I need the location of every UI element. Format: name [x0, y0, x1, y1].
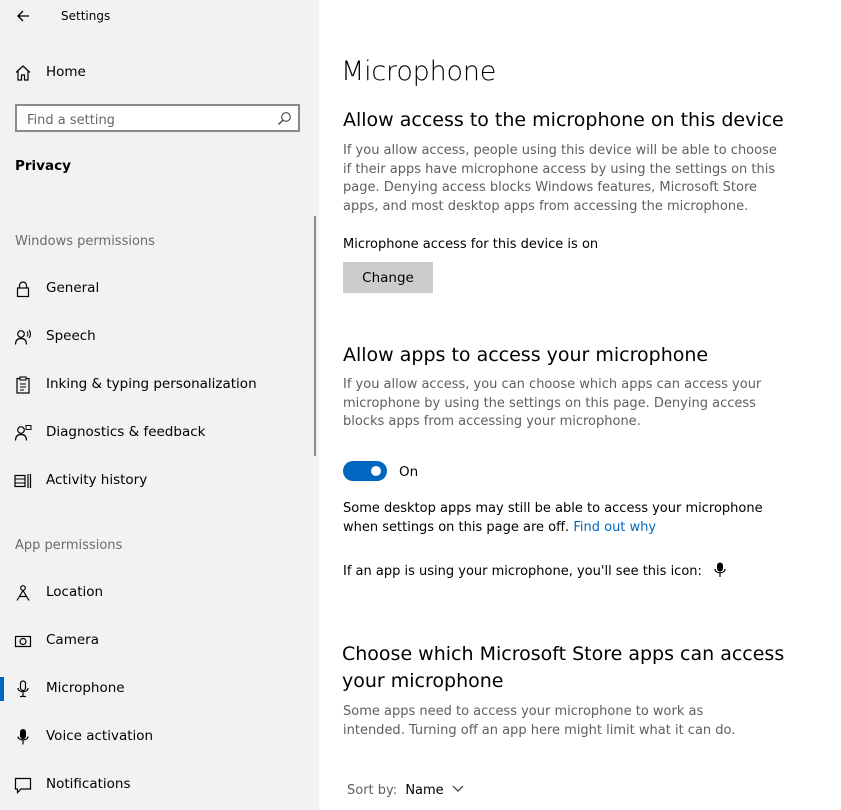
sidebar-item-label: General: [46, 280, 100, 296]
app-title: Settings: [61, 9, 111, 23]
sidebar-item-microphone[interactable]: Microphone: [0, 669, 319, 709]
speech-icon: [14, 328, 32, 346]
microphone-icon: [14, 680, 32, 698]
section-header-app-permissions: App permissions: [15, 538, 123, 553]
sidebar-item-label: Speech: [46, 328, 96, 344]
activity-icon: [14, 472, 32, 490]
back-button[interactable]: [12, 5, 36, 27]
mic-icon-note: If an app is using your microphone, you'…: [343, 562, 726, 582]
device-access-heading: Allow access to the microphone on this d…: [343, 109, 784, 131]
chevron-down-icon: [452, 782, 464, 792]
sidebar-item-camera[interactable]: Camera: [0, 621, 319, 661]
sidebar-item-general[interactable]: General: [0, 269, 319, 309]
clipboard-icon: [14, 376, 32, 394]
toggle-state-label: On: [399, 464, 419, 480]
selection-indicator: [0, 677, 4, 701]
sidebar-item-label: Camera: [46, 632, 99, 648]
sidebar-item-speech[interactable]: Speech: [0, 317, 319, 357]
feedback-icon: [14, 424, 32, 442]
search-icon[interactable]: [277, 111, 292, 126]
search-input[interactable]: [25, 109, 269, 131]
mic-icon-note-text: If an app is using your microphone, you'…: [343, 564, 702, 579]
search-box: [15, 104, 300, 132]
sidebar-item-label: Microphone: [46, 680, 125, 696]
category-title: Privacy: [15, 158, 71, 174]
apps-access-toggle[interactable]: [343, 461, 387, 481]
apps-access-heading: Allow apps to access your microphone: [343, 344, 709, 366]
sidebar-item-label: Activity history: [46, 472, 148, 488]
notifications-icon: [14, 776, 32, 794]
section-header-windows-permissions: Windows permissions: [15, 234, 155, 249]
title-bar: Settings: [0, 0, 319, 34]
mic-in-use-icon: [714, 562, 726, 578]
back-arrow-icon: [17, 10, 29, 22]
desktop-apps-note-text: Some desktop apps may still be able to a…: [343, 501, 763, 535]
apps-access-description: If you allow access, you can choose whic…: [343, 377, 762, 429]
sidebar-item-diagnostics[interactable]: Diagnostics & feedback: [0, 413, 319, 453]
sidebar-item-location[interactable]: Location: [0, 573, 319, 613]
store-apps-heading: Choose which Microsoft Store apps can ac…: [342, 643, 785, 692]
sidebar-item-home[interactable]: Home: [0, 53, 319, 93]
sidebar-item-label: Inking & typing personalization: [46, 376, 257, 392]
page-title: Microphone: [341, 56, 497, 87]
toggle-knob: [371, 466, 381, 476]
find-out-why-link[interactable]: Find out why: [573, 520, 656, 535]
sidebar-scrollbar[interactable]: [314, 216, 316, 456]
store-apps-description: Some apps need to access your microphone…: [343, 704, 736, 738]
voice-mic-icon: [14, 728, 32, 746]
sidebar-item-label: Location: [46, 584, 104, 600]
sidebar-item-label: Notifications: [46, 776, 131, 792]
device-access-description: If you allow access, people using this d…: [343, 143, 777, 214]
sort-dropdown[interactable]: Name: [405, 782, 464, 798]
desktop-apps-note: Some desktop apps may still be able to a…: [343, 500, 793, 537]
sidebar-item-activity-history[interactable]: Activity history: [0, 461, 319, 501]
camera-icon: [14, 632, 32, 650]
location-icon: [14, 584, 32, 602]
sort-control: Sort by: Name: [347, 782, 464, 798]
sidebar-item-notifications[interactable]: Notifications: [0, 765, 319, 805]
sort-label: Sort by:: [347, 783, 398, 798]
sidebar: Settings Home Privacy Windows permission…: [0, 0, 319, 810]
sort-value: Name: [405, 783, 444, 798]
sidebar-item-label: Voice activation: [46, 728, 154, 744]
sidebar-item-voice-activation[interactable]: Voice activation: [0, 717, 319, 757]
lock-icon: [14, 280, 32, 298]
sidebar-item-label: Diagnostics & feedback: [46, 424, 206, 440]
change-button[interactable]: Change: [343, 262, 433, 293]
home-icon: [14, 64, 32, 82]
main-content: Microphone Allow access to the microphon…: [341, 0, 833, 810]
sidebar-item-inking-typing[interactable]: Inking & typing personalization: [0, 365, 319, 405]
sidebar-item-label: Home: [46, 64, 86, 80]
device-access-status: Microphone access for this device is on: [343, 237, 599, 252]
